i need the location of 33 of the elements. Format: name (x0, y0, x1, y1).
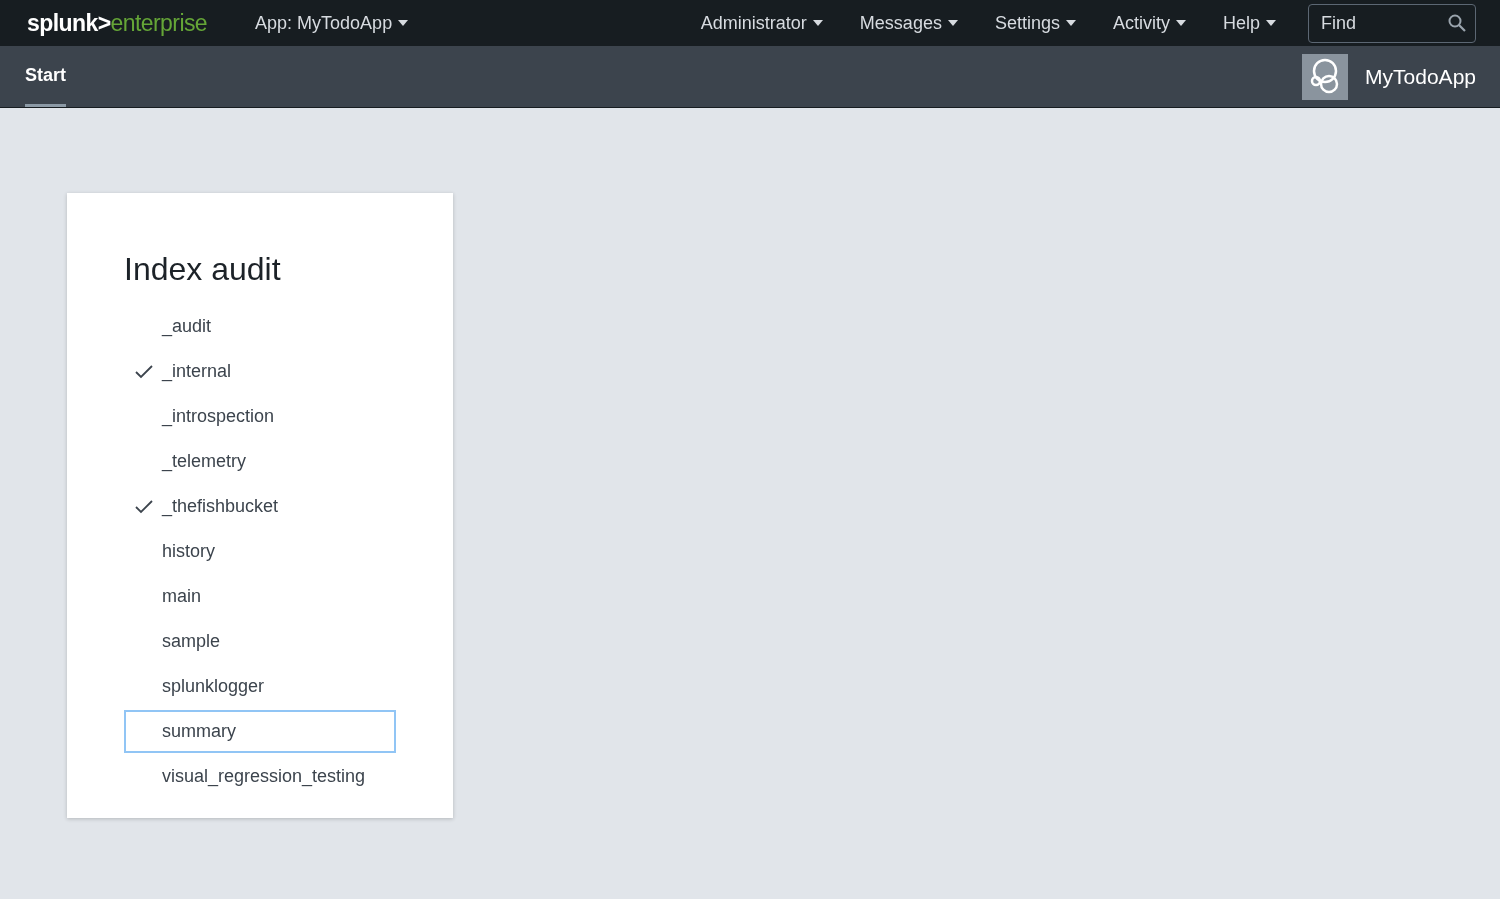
search-field[interactable]: Find (1308, 3, 1476, 43)
caret-icon (1065, 20, 1076, 26)
search-icon (1448, 13, 1466, 32)
index-item[interactable]: summary (124, 710, 396, 753)
index-item[interactable]: sample (124, 620, 396, 663)
nav-menu[interactable]: Administrator (700, 9, 823, 37)
nav-menu[interactable]: Help (1222, 9, 1276, 37)
app-menu[interactable]: App: MyTodoApp (255, 9, 409, 37)
app-name: MyTodoApp (1365, 63, 1476, 90)
caret-icon (1175, 20, 1186, 26)
index-item[interactable]: _audit (124, 305, 396, 348)
logo-product: enterprise (110, 8, 208, 38)
check-icon (135, 499, 153, 514)
index-item[interactable]: main (124, 575, 396, 618)
index-item[interactable]: _telemetry (124, 440, 396, 483)
caret-icon (947, 20, 958, 26)
caret-icon (812, 20, 823, 26)
nav-menu[interactable]: Activity (1112, 9, 1186, 37)
index-item[interactable]: _thefishbucket (124, 485, 396, 528)
caret-icon (1266, 20, 1276, 26)
check-icon (135, 364, 153, 379)
card-title: Index audit (124, 250, 282, 289)
nav-tab[interactable]: Start (25, 46, 66, 107)
nav-menu[interactable]: Messages (859, 9, 958, 37)
logo-brand: splunk> (27, 8, 111, 38)
nav-menu[interactable]: Settings (994, 9, 1076, 37)
index-item[interactable]: visual_regression_testing (124, 755, 396, 798)
caret-icon (398, 20, 409, 26)
index-item[interactable]: _internal (124, 350, 396, 393)
index-item[interactable]: _introspection (124, 395, 396, 438)
app-logo-icon (1302, 53, 1349, 100)
index-item[interactable]: history (124, 530, 396, 573)
index-item[interactable]: splunklogger (124, 665, 396, 708)
